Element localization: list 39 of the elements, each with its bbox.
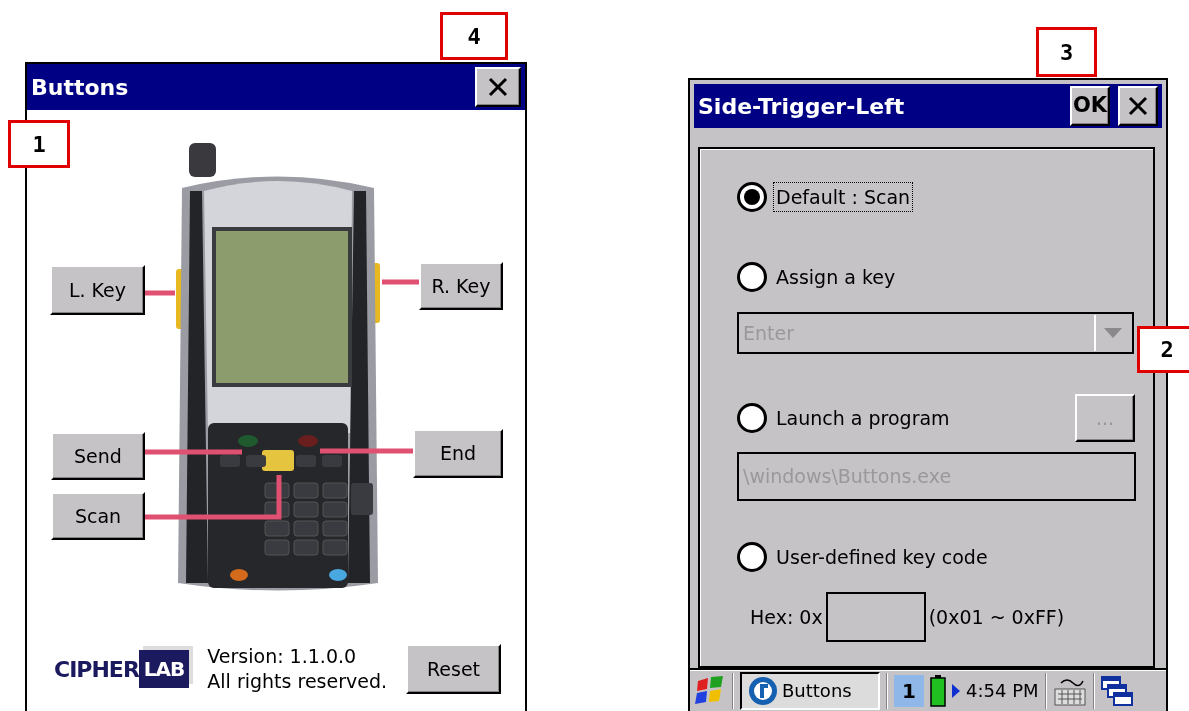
key-button[interactable]: End bbox=[413, 429, 503, 478]
clock-text: 4:54 PM bbox=[966, 679, 1039, 703]
start-icon[interactable] bbox=[694, 674, 726, 707]
close-button[interactable] bbox=[475, 67, 521, 107]
app-icon bbox=[748, 675, 778, 706]
expand-arrow-icon[interactable] bbox=[952, 683, 960, 698]
key-button[interactable]: L. Key bbox=[50, 265, 145, 315]
hex-input-field[interactable] bbox=[825, 592, 926, 642]
reset-button[interactable]: Reset bbox=[406, 644, 501, 694]
radio-button[interactable] bbox=[737, 182, 767, 212]
option-label[interactable]: User-defined key code bbox=[773, 541, 991, 573]
key-button[interactable]: Scan bbox=[51, 492, 145, 540]
window-title: Side-Trigger-Left bbox=[697, 92, 905, 121]
input-mode-indicator: 1 bbox=[894, 674, 924, 707]
windows-icon[interactable] bbox=[1100, 675, 1133, 706]
callout-number: 4 bbox=[440, 12, 508, 60]
key-button[interactable]: R. Key bbox=[419, 262, 503, 310]
taskbar-button-label: Buttons bbox=[782, 679, 852, 703]
copyright-text: All rights reserved. bbox=[207, 669, 387, 694]
option-label[interactable]: Default : Scan bbox=[773, 181, 914, 213]
version-text: Version: 1.1.0.0 bbox=[207, 644, 358, 669]
callout-number: 3 bbox=[1036, 27, 1097, 77]
callout-number: 2 bbox=[1137, 326, 1189, 373]
close-icon bbox=[1127, 95, 1149, 117]
taskbar-button[interactable]: Buttons bbox=[740, 671, 880, 710]
logo-wordmark: CIPHER bbox=[54, 655, 139, 684]
window-title: Buttons bbox=[30, 73, 129, 102]
hex-range-text: (0x01 ~ 0xFF) bbox=[927, 604, 1066, 630]
close-button[interactable] bbox=[1118, 86, 1158, 126]
close-icon bbox=[487, 76, 509, 98]
key-button[interactable]: Send bbox=[51, 432, 145, 480]
radio-button[interactable] bbox=[737, 542, 767, 572]
battery-icon bbox=[930, 674, 946, 707]
hex-label: Hex: 0x bbox=[749, 604, 824, 630]
leader-line bbox=[145, 290, 175, 296]
leader-line bbox=[382, 279, 419, 285]
ok-button[interactable]: OK bbox=[1070, 86, 1110, 126]
callout-number: 1 bbox=[8, 120, 70, 168]
dropdown-arrow-icon bbox=[1104, 328, 1122, 338]
